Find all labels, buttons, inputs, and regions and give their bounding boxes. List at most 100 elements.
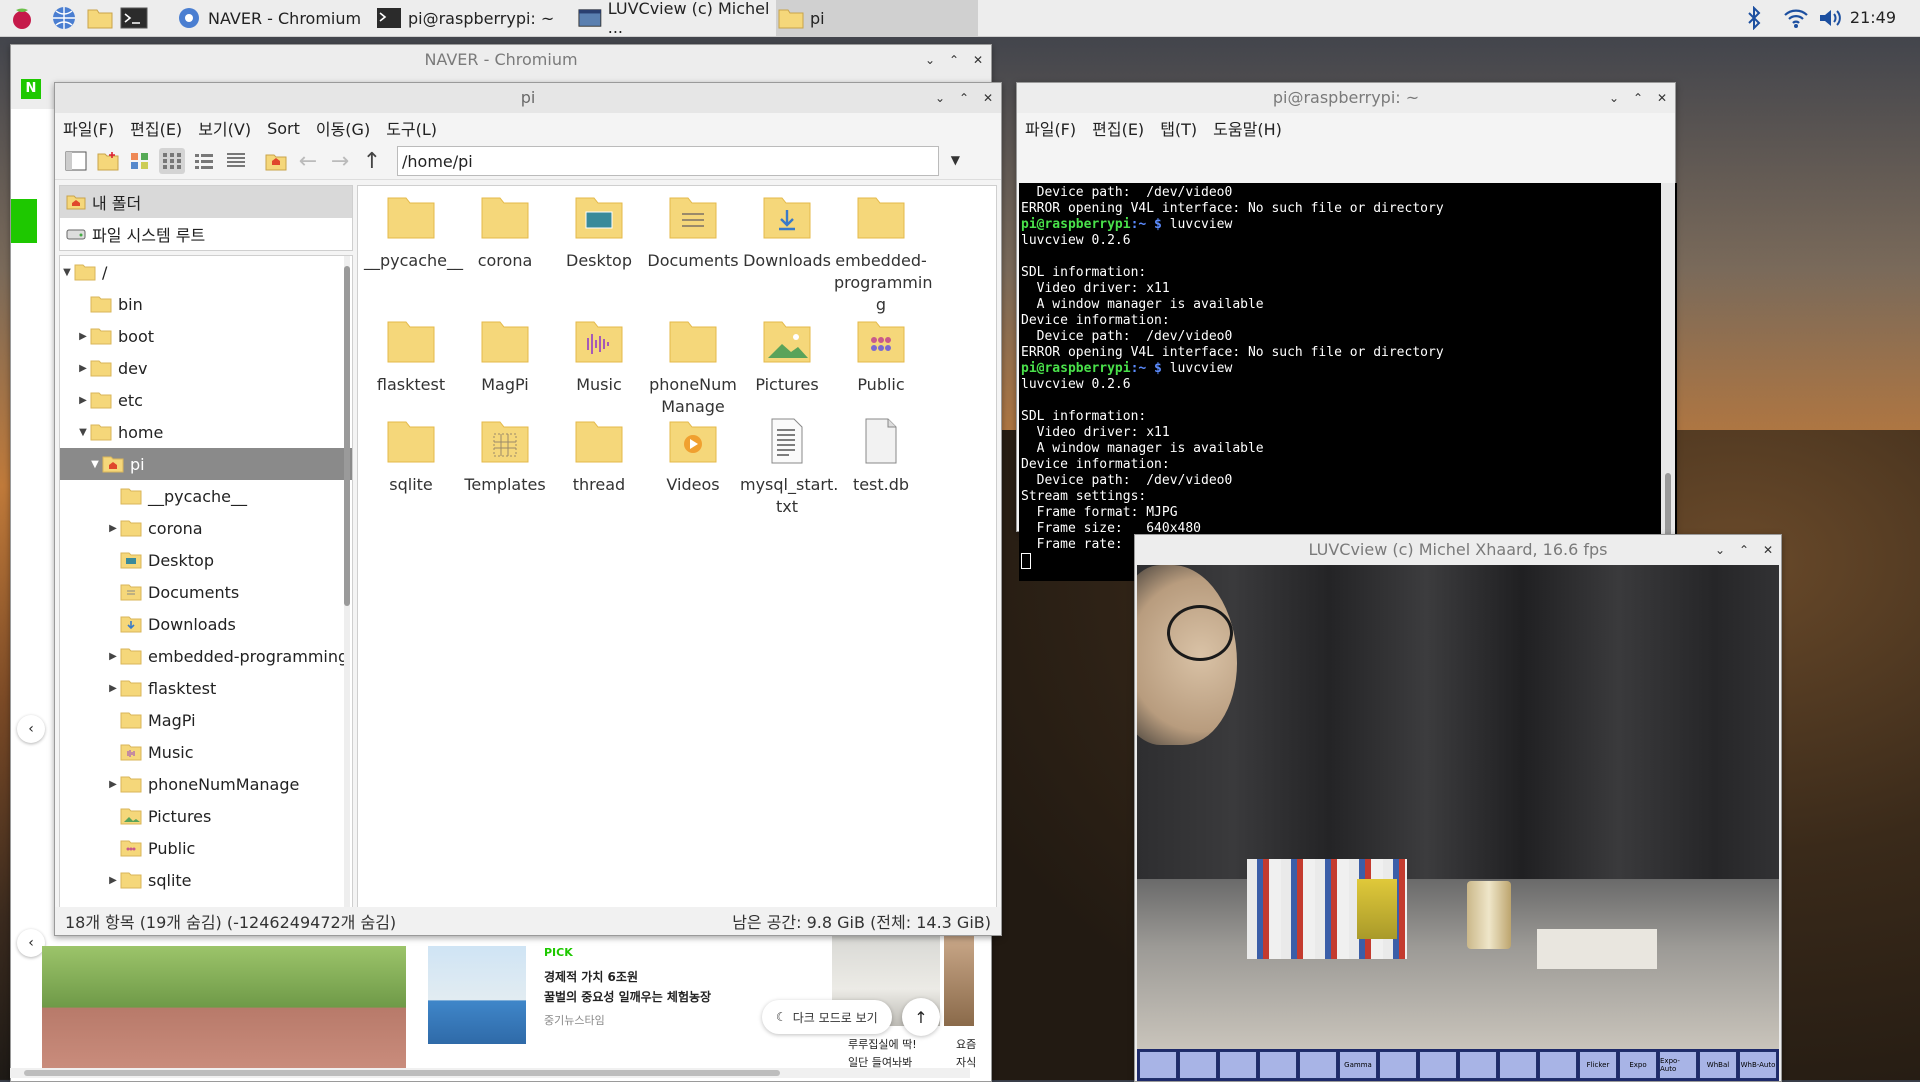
back-arrow-icon[interactable]: ← <box>295 148 321 174</box>
tree-item-documents[interactable]: Documents <box>60 576 352 608</box>
task-terminal[interactable]: pi@raspberrypi: ~ <box>374 0 572 36</box>
close-icon[interactable]: ✕ <box>1655 91 1669 105</box>
forward-arrow-icon[interactable]: → <box>327 148 353 174</box>
camera-control-button[interactable] <box>1459 1051 1497 1079</box>
file-item[interactable]: Public <box>834 310 928 396</box>
minimize-icon[interactable]: ⌄ <box>1713 543 1727 557</box>
camera-control-button[interactable]: WhB-Auto <box>1739 1051 1777 1079</box>
tree-item-pi[interactable]: ▼ pi <box>60 448 352 480</box>
minimize-icon[interactable]: ⌄ <box>923 53 937 67</box>
tree-item-magpi[interactable]: MagPi <box>60 704 352 736</box>
tree-item-root[interactable]: ▼ / <box>60 256 352 288</box>
file-item[interactable]: mysql_start. txt <box>740 410 838 518</box>
news-headline[interactable]: 꿀벌의 중요성 일깨우는 체험농장 <box>544 988 711 1005</box>
tree-item-pycache[interactable]: __pycache__ <box>60 480 352 512</box>
wifi-icon[interactable] <box>1778 7 1814 29</box>
icon-view-toggle-icon[interactable] <box>127 148 153 174</box>
carousel-prev-icon[interactable]: ‹ <box>17 715 45 743</box>
chevron-down-icon[interactable]: ▼ <box>88 459 102 470</box>
luvcview-titlebar[interactable]: LUVCview (c) Michel Xhaard, 16.6 fps ⌄ ⌃… <box>1135 535 1781 565</box>
terminal-output[interactable]: Device path: /dev/video0 ERROR opening V4… <box>1019 183 1677 581</box>
path-bar[interactable]: /home/pi ▼ <box>397 146 960 176</box>
maximize-icon[interactable]: ⌃ <box>957 91 971 105</box>
news-thumbnail[interactable] <box>944 934 974 1026</box>
chromium-titlebar[interactable]: NAVER - Chromium ⌄ ⌃ ✕ <box>11 45 991 75</box>
chevron-down-icon[interactable]: ▼ <box>76 427 90 438</box>
file-item[interactable]: test.db <box>834 410 928 496</box>
tree-item-public[interactable]: Public <box>60 832 352 864</box>
compact-view-icon[interactable] <box>191 148 217 174</box>
chevron-right-icon[interactable]: ▶ <box>76 363 90 374</box>
place-home[interactable]: 내 폴더 <box>60 186 352 218</box>
chevron-right-icon[interactable]: ▶ <box>76 331 90 342</box>
file-item[interactable]: Templates <box>458 410 552 496</box>
up-arrow-icon[interactable]: ↑ <box>359 148 385 174</box>
camera-control-button[interactable]: Expo <box>1619 1051 1657 1079</box>
file-item[interactable]: __pycache__ <box>364 186 463 272</box>
home-icon[interactable] <box>263 148 289 174</box>
tree-item-music[interactable]: Music <box>60 736 352 768</box>
tree-item-embedded-programming[interactable]: ▶ embedded-programming <box>60 640 352 672</box>
file-item[interactable]: phoneNum Manage <box>646 310 740 418</box>
news-headline[interactable]: 경제적 가치 6조원 <box>544 968 638 985</box>
camera-control-button[interactable] <box>1259 1051 1297 1079</box>
file-manager-titlebar[interactable]: pi ⌄ ⌃ ✕ <box>55 83 1001 113</box>
file-item[interactable]: flasktest <box>364 310 458 396</box>
file-item[interactable]: embedded-programmin g <box>834 186 932 316</box>
news-snippet[interactable]: 루루집실에 딱! <box>848 1036 917 1052</box>
menu-edit[interactable]: 편집(E) <box>130 116 182 140</box>
news-snippet[interactable]: 요즘 <box>956 1036 976 1052</box>
menu-tabs[interactable]: 탭(T) <box>1160 116 1197 140</box>
minimize-icon[interactable]: ⌄ <box>933 91 947 105</box>
terminal-scrollbar[interactable] <box>1661 183 1675 581</box>
tree-item-dev[interactable]: ▶ dev <box>60 352 352 384</box>
tree-item-boot[interactable]: ▶ boot <box>60 320 352 352</box>
file-item[interactable]: MagPi <box>458 310 552 396</box>
chevron-down-icon[interactable]: ▼ <box>951 153 960 167</box>
chevron-right-icon[interactable]: ▶ <box>106 683 120 694</box>
horizontal-scrollbar[interactable] <box>10 1068 970 1078</box>
chevron-right-icon[interactable]: ▶ <box>106 875 120 886</box>
file-item[interactable]: Pictures <box>740 310 834 396</box>
volume-icon[interactable] <box>1816 7 1846 29</box>
maximize-icon[interactable]: ⌃ <box>1737 543 1751 557</box>
camera-control-button[interactable] <box>1139 1051 1177 1079</box>
tree-item-pictures[interactable]: Pictures <box>60 800 352 832</box>
camera-control-button[interactable] <box>1219 1051 1257 1079</box>
chevron-right-icon[interactable]: ▶ <box>106 779 120 790</box>
file-item[interactable]: Documents <box>646 186 740 272</box>
menu-go[interactable]: 이동(G) <box>316 116 370 140</box>
close-icon[interactable]: ✕ <box>1761 543 1775 557</box>
file-item[interactable]: sqlite <box>364 410 458 496</box>
carousel-prev-icon[interactable]: ‹ <box>17 929 45 957</box>
menu-help[interactable]: 도움말(H) <box>1213 116 1282 140</box>
minimize-icon[interactable]: ⌄ <box>1607 91 1621 105</box>
tree-item-bin[interactable]: bin <box>60 288 352 320</box>
camera-control-button[interactable] <box>1499 1051 1537 1079</box>
camera-control-button[interactable] <box>1539 1051 1577 1079</box>
close-icon[interactable]: ✕ <box>981 91 995 105</box>
menu-sort[interactable]: Sort <box>267 119 300 138</box>
new-folder-icon[interactable] <box>95 148 121 174</box>
tree-item-phonenummanage[interactable]: ▶ phoneNumManage <box>60 768 352 800</box>
tree-item-downloads[interactable]: Downloads <box>60 608 352 640</box>
naver-favicon-icon[interactable]: N <box>21 79 41 99</box>
menu-tools[interactable]: 도구(L) <box>386 116 437 140</box>
scroll-to-top-icon[interactable]: ↑ <box>902 998 940 1036</box>
terminal-titlebar[interactable]: pi@raspberrypi: ~ ⌄ ⌃ ✕ <box>1017 83 1675 113</box>
dark-mode-button[interactable]: ☾ 다크 모드로 보기 <box>762 1000 892 1034</box>
close-icon[interactable]: ✕ <box>971 53 985 67</box>
thumbnail-view-icon[interactable] <box>159 148 185 174</box>
camera-control-button[interactable]: Flicker <box>1579 1051 1617 1079</box>
place-filesystem-root[interactable]: 파일 시스템 루트 <box>60 218 352 250</box>
camera-control-button[interactable] <box>1299 1051 1337 1079</box>
menu-view[interactable]: 보기(V) <box>198 116 251 140</box>
file-item[interactable]: Downloads <box>740 186 834 272</box>
task-file-manager[interactable]: pi <box>776 0 978 36</box>
new-window-icon[interactable] <box>63 148 89 174</box>
chevron-right-icon[interactable]: ▶ <box>106 651 120 662</box>
file-manager-launch-icon[interactable] <box>86 4 114 32</box>
file-item[interactable]: Desktop <box>552 186 646 272</box>
tree-item-sqlite[interactable]: ▶ sqlite <box>60 864 352 896</box>
tree-item-etc[interactable]: ▶ etc <box>60 384 352 416</box>
